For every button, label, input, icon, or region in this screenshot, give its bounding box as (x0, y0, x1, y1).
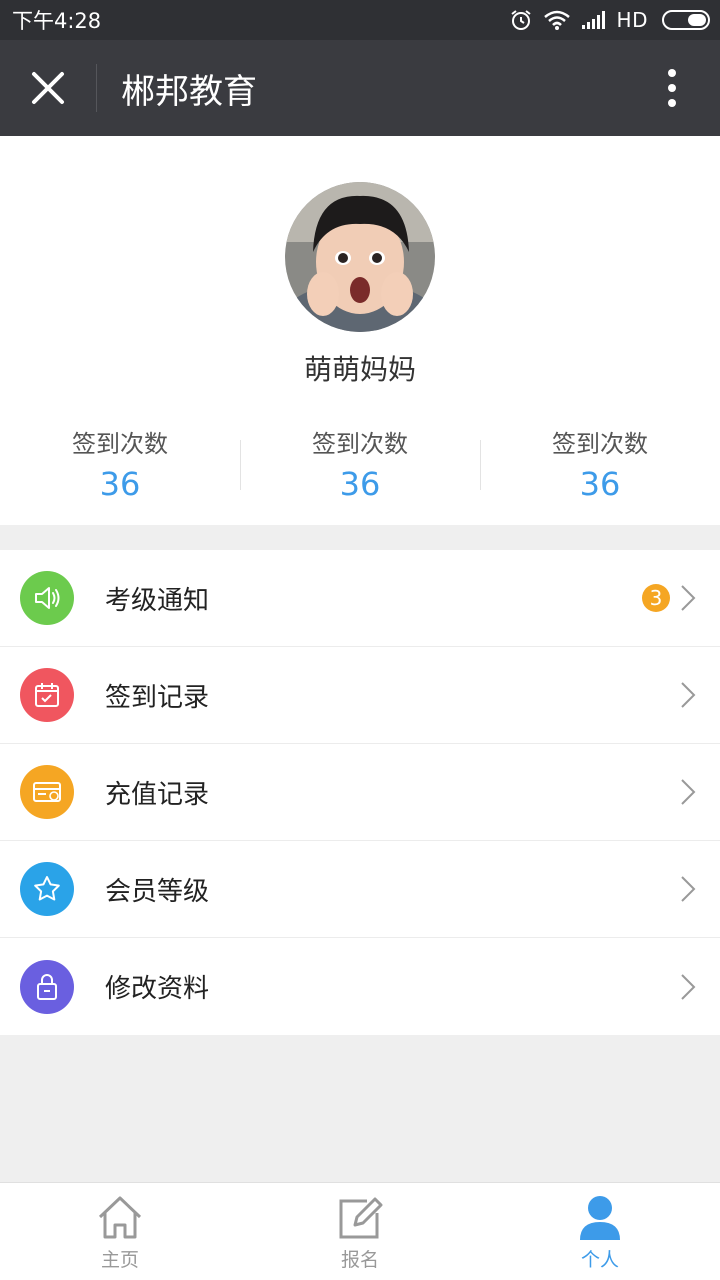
notification-badge: 3 (642, 584, 670, 612)
alarm-icon (510, 10, 531, 30)
menu-item-label: 签到记录 (105, 682, 210, 713)
lock-icon (20, 959, 74, 1014)
tab-profile[interactable]: 个人 (480, 1183, 720, 1280)
stat-item[interactable]: 签到次数 36 (0, 418, 240, 503)
menu-item-label: 充值记录 (105, 779, 210, 810)
menu-item-exam-notice[interactable]: 考级通知 3 (0, 550, 720, 647)
status-bar: 下午4:28 HD (0, 0, 720, 40)
card-icon (20, 765, 74, 819)
home-icon (98, 1196, 142, 1239)
tab-home[interactable]: 主页 (0, 1183, 240, 1280)
star-icon (20, 862, 74, 916)
stat-label: 签到次数 (72, 430, 168, 458)
chevron-right-icon (680, 875, 696, 903)
menu-item-checkin-records[interactable]: 签到记录 (0, 647, 720, 744)
calendar-check-icon (20, 668, 74, 722)
signal-icon (581, 11, 605, 29)
stat-item[interactable]: 签到次数 36 (480, 418, 720, 503)
page-title: 郴邦教育 (121, 71, 257, 112)
stat-label: 签到次数 (312, 430, 408, 458)
nav-bar: 郴邦教育 (0, 40, 720, 136)
speaker-icon (20, 571, 74, 625)
stats-row: 签到次数 36 签到次数 36 签到次数 36 (0, 418, 720, 503)
more-button[interactable] (624, 40, 720, 136)
chevron-right-icon (680, 973, 696, 1001)
chevron-right-icon (680, 778, 696, 806)
stat-label: 签到次数 (552, 430, 648, 458)
stat-value: 36 (99, 465, 141, 503)
nav-divider (96, 64, 97, 112)
tab-label: 报名 (340, 1249, 379, 1271)
chevron-right-icon (680, 681, 696, 709)
menu-item-recharge-records[interactable]: 充值记录 (0, 744, 720, 841)
stat-value: 36 (579, 465, 621, 503)
user-icon (580, 1196, 620, 1240)
wifi-icon (543, 10, 570, 30)
stat-item[interactable]: 签到次数 36 (240, 418, 480, 503)
edit-icon (339, 1197, 383, 1239)
tab-label: 个人 (580, 1249, 619, 1271)
menu-item-label: 考级通知 (105, 585, 210, 616)
close-icon (32, 72, 64, 104)
menu-item-membership-level[interactable]: 会员等级 (0, 841, 720, 938)
status-time: 下午4:28 (12, 9, 102, 33)
profile-section: 萌萌妈妈 签到次数 36 签到次数 36 签到次数 36 (0, 136, 720, 525)
avatar[interactable] (285, 182, 435, 332)
avatar-image (285, 182, 435, 332)
tab-signup[interactable]: 报名 (240, 1183, 480, 1280)
tab-label: 主页 (100, 1249, 139, 1271)
stat-value: 36 (339, 465, 381, 503)
chevron-right-icon (680, 584, 696, 612)
menu-item-label: 修改资料 (105, 974, 210, 1004)
tab-bar: 主页 报名 个人 (0, 1182, 720, 1280)
close-button[interactable] (0, 40, 96, 136)
more-vertical-icon (668, 69, 676, 107)
username: 萌萌妈妈 (303, 353, 416, 386)
menu-item-edit-profile[interactable]: 修改资料 (0, 938, 720, 1035)
battery-icon (662, 10, 710, 30)
network-type: HD (616, 8, 648, 32)
status-icons: HD (509, 8, 710, 32)
menu-list: 考级通知 3 签到记录 充值记录 会员等级 修改资料 (0, 550, 720, 1035)
menu-item-label: 会员等级 (105, 876, 210, 907)
